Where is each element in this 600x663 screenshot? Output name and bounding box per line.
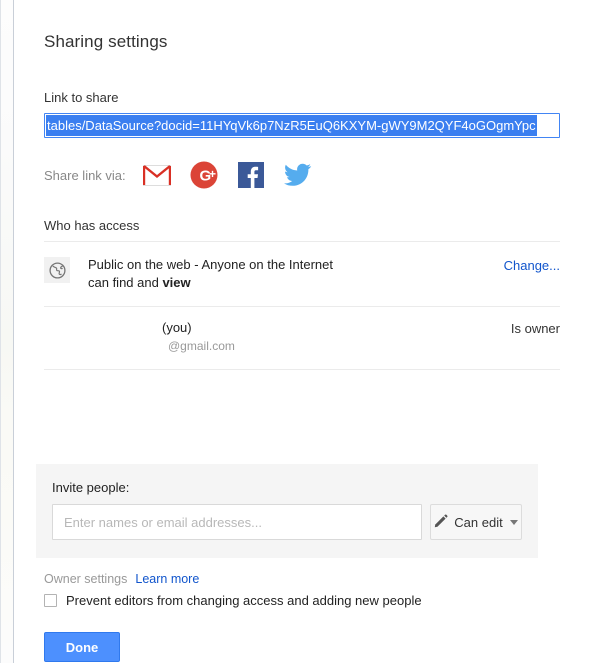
prevent-editors-checkbox[interactable]	[44, 594, 57, 607]
invite-controls: Can edit	[52, 504, 522, 540]
google-plus-icon[interactable]: G +	[189, 160, 219, 190]
owner-role-label: Is owner	[511, 319, 560, 336]
owner-settings-row: Owner settings Learn more	[44, 572, 570, 586]
social-icon-list: G +	[142, 160, 313, 190]
sharing-settings-dialog: Sharing settings Link to share tables/Da…	[14, 0, 600, 663]
share-link-via-label: Share link via:	[44, 168, 126, 183]
underlying-page-sliver	[0, 0, 14, 663]
underlying-page-left-border	[0, 0, 1, 663]
gmail-icon[interactable]	[142, 160, 172, 190]
owner-email: @gmail.com	[168, 339, 235, 353]
learn-more-link[interactable]: Learn more	[135, 572, 199, 586]
divider	[44, 369, 560, 370]
access-description-line2-bold: view	[162, 275, 190, 290]
twitter-icon[interactable]	[283, 160, 313, 190]
owner-identity: (you) @gmail.com	[162, 319, 511, 355]
share-link-via-row: Share link via: G +	[44, 158, 570, 192]
who-has-access-label: Who has access	[44, 218, 570, 233]
owner-name: (you)	[162, 320, 192, 335]
owner-settings-label: Owner settings	[44, 572, 127, 586]
pencil-icon	[434, 514, 448, 531]
prevent-editors-row[interactable]: Prevent editors from changing access and…	[44, 593, 570, 608]
invite-people-input[interactable]	[52, 504, 422, 540]
access-row-owner: (you) @gmail.com Is owner	[44, 307, 560, 369]
access-row-public: Public on the web - Anyone on the Intern…	[44, 242, 560, 306]
done-button[interactable]: Done	[44, 632, 120, 662]
access-description: Public on the web - Anyone on the Intern…	[88, 256, 504, 292]
chevron-down-icon	[510, 520, 518, 525]
change-access-link[interactable]: Change...	[504, 256, 560, 273]
facebook-icon[interactable]	[236, 160, 266, 190]
permission-label: Can edit	[454, 515, 502, 530]
globe-icon	[44, 257, 70, 283]
invite-people-label: Invite people:	[52, 480, 522, 495]
permission-dropdown-button[interactable]: Can edit	[430, 504, 522, 540]
access-description-line2-prefix: can find and	[88, 275, 162, 290]
page-title: Sharing settings	[44, 0, 570, 52]
link-to-share-input[interactable]: tables/DataSource?docid=11HYqVk6p7NzR5Eu…	[44, 113, 560, 138]
access-description-line1: Public on the web - Anyone on the Intern…	[88, 257, 333, 272]
invite-people-panel: Invite people: Can edit	[36, 464, 538, 558]
prevent-editors-label[interactable]: Prevent editors from changing access and…	[66, 593, 422, 608]
svg-text:+: +	[209, 167, 216, 181]
link-to-share-value: tables/DataSource?docid=11HYqVk6p7NzR5Eu…	[46, 115, 537, 136]
link-to-share-label: Link to share	[44, 90, 570, 105]
